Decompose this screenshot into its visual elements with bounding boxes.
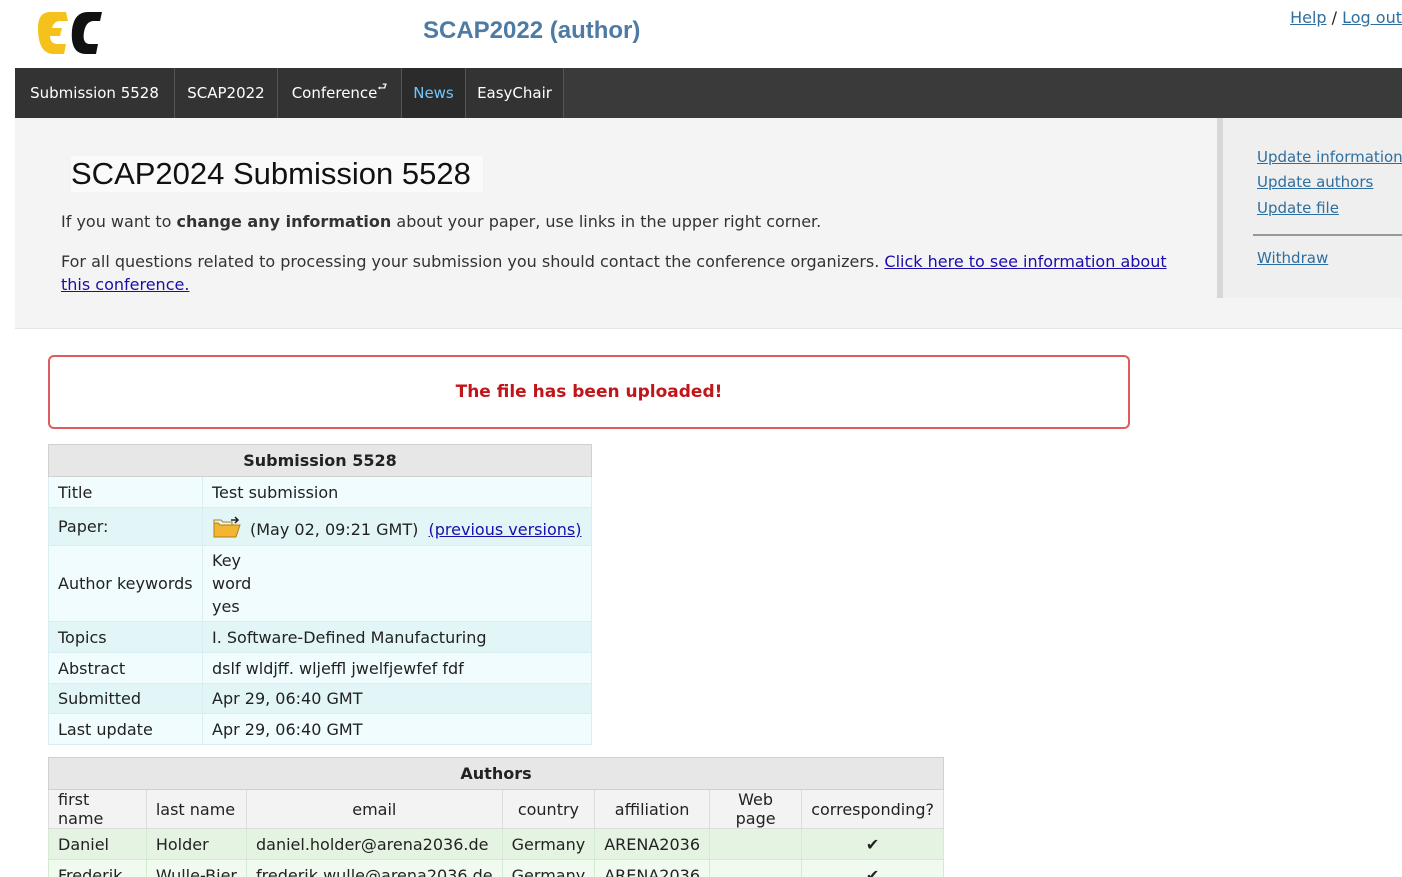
author-affiliation: ARENA2036 bbox=[594, 828, 711, 860]
corresponding-check-icon: ✔ bbox=[801, 828, 944, 860]
info-band: SCAP2024 Submission 5528 If you want to … bbox=[15, 118, 1402, 329]
info-line2-pre: For all questions related to processing … bbox=[61, 252, 885, 271]
corresponding-check-icon: ✔ bbox=[801, 859, 944, 877]
keyword-item: yes bbox=[212, 597, 240, 616]
main-menu: Submission 5528 SCAP2022 Conference⮐ New… bbox=[15, 68, 1402, 118]
keywords-label: Author keywords bbox=[48, 545, 203, 622]
table-row: Last update Apr 29, 06:40 GMT bbox=[48, 713, 592, 745]
withdraw-link[interactable]: Withdraw bbox=[1257, 249, 1328, 267]
author-affiliation: ARENA2036 bbox=[594, 859, 711, 877]
last-update-label: Last update bbox=[48, 713, 203, 745]
help-link[interactable]: Help bbox=[1290, 8, 1326, 27]
topics-value: I. Software-Defined Manufacturing bbox=[202, 621, 592, 653]
menu-submission[interactable]: Submission 5528 bbox=[15, 68, 175, 118]
update-authors-link[interactable]: Update authors bbox=[1257, 173, 1373, 191]
info-line1-pre: If you want to bbox=[61, 212, 177, 231]
author-first-name: Frederik bbox=[48, 859, 147, 877]
return-arrow-icon: ⮐ bbox=[377, 80, 388, 93]
author-last-name: Holder bbox=[145, 828, 247, 860]
menu-scap2022-label: SCAP2022 bbox=[187, 84, 265, 102]
menu-submission-label: Submission 5528 bbox=[30, 84, 159, 102]
last-update-value: Apr 29, 06:40 GMT bbox=[202, 713, 592, 745]
authors-table: Authors first name last name email count… bbox=[48, 757, 944, 877]
col-web-page: Web page bbox=[709, 789, 803, 829]
top-header: SCAP2022 (author) Help / Log out bbox=[0, 0, 1402, 68]
info-line1-bold: change any information bbox=[176, 212, 392, 231]
col-affiliation: affiliation bbox=[594, 789, 711, 829]
upload-success-alert: The file has been uploaded! bbox=[48, 355, 1130, 429]
actions-panel: Update information Update authors Update… bbox=[1217, 118, 1402, 298]
col-last-name: last name bbox=[145, 789, 247, 829]
author-web-page bbox=[709, 828, 803, 860]
menu-scap2022[interactable]: SCAP2022 bbox=[175, 68, 278, 118]
easychair-logo[interactable] bbox=[36, 8, 106, 58]
app-title: SCAP2022 (author) bbox=[423, 17, 641, 44]
submitted-value: Apr 29, 06:40 GMT bbox=[202, 683, 592, 714]
menu-news[interactable]: News bbox=[402, 68, 466, 118]
table-row: Submitted Apr 29, 06:40 GMT bbox=[48, 683, 592, 714]
info-line1-post: about your paper, use links in the upper… bbox=[391, 212, 822, 231]
logout-link[interactable]: Log out bbox=[1342, 8, 1402, 27]
title-value: Test submission bbox=[202, 476, 592, 508]
author-email: frederik.wulle@arena2036.de bbox=[245, 859, 503, 877]
paper-date: (May 02, 09:21 GMT) bbox=[250, 519, 419, 539]
keyword-item: Key bbox=[212, 551, 242, 570]
title-label: Title bbox=[48, 476, 203, 508]
update-information-link[interactable]: Update information bbox=[1257, 148, 1402, 166]
previous-versions-link[interactable]: (previous versions) bbox=[429, 520, 582, 539]
table-row: Frederik Wulle-Bier frederik.wulle@arena… bbox=[48, 859, 944, 877]
authors-header-row: first name last name email country affil… bbox=[48, 789, 944, 829]
info-contact-text: For all questions related to processing … bbox=[61, 250, 1181, 296]
topics-label: Topics bbox=[48, 621, 203, 653]
table-row: Title Test submission bbox=[48, 476, 592, 508]
menu-easychair-label: EasyChair bbox=[477, 84, 552, 102]
authors-table-caption: Authors bbox=[48, 757, 944, 790]
folder-download-icon[interactable] bbox=[212, 515, 242, 539]
author-first-name: Daniel bbox=[48, 828, 147, 860]
author-last-name: Wulle-Bier bbox=[145, 859, 247, 877]
menu-conference[interactable]: Conference⮐ bbox=[278, 68, 402, 118]
table-row: Paper: (May 02, 09:21 GMT) (previous ver… bbox=[48, 507, 592, 546]
col-country: country bbox=[501, 789, 596, 829]
submission-table-caption: Submission 5528 bbox=[48, 444, 592, 477]
abstract-value: dslf wldjff. wljeffl jwelfjewfef fdf bbox=[202, 652, 592, 684]
table-row: Topics I. Software-Defined Manufacturing bbox=[48, 621, 592, 653]
menu-easychair[interactable]: EasyChair bbox=[466, 68, 564, 118]
author-country: Germany bbox=[501, 859, 596, 877]
col-first-name: first name bbox=[48, 789, 147, 829]
top-links: Help / Log out bbox=[1290, 8, 1402, 27]
update-file-link[interactable]: Update file bbox=[1257, 199, 1339, 217]
keyword-item: word bbox=[212, 574, 252, 593]
link-separator: / bbox=[1331, 8, 1338, 27]
menu-news-label: News bbox=[413, 84, 454, 102]
table-row: Daniel Holder daniel.holder@arena2036.de… bbox=[48, 828, 944, 860]
page-title: SCAP2024 Submission 5528 bbox=[71, 156, 483, 192]
info-change-text: If you want to change any information ab… bbox=[61, 212, 821, 231]
actions-divider bbox=[1253, 234, 1402, 236]
table-row: Author keywords Key word yes bbox=[48, 545, 592, 622]
author-country: Germany bbox=[501, 828, 596, 860]
author-web-page bbox=[709, 859, 803, 877]
author-email: daniel.holder@arena2036.de bbox=[245, 828, 503, 860]
submission-table: Submission 5528 Title Test submission Pa… bbox=[48, 444, 592, 745]
submitted-label: Submitted bbox=[48, 683, 203, 714]
paper-label: Paper: bbox=[48, 507, 203, 546]
paper-value: (May 02, 09:21 GMT) (previous versions) bbox=[202, 507, 592, 546]
col-email: email bbox=[245, 789, 503, 829]
abstract-label: Abstract bbox=[48, 652, 203, 684]
table-row: Abstract dslf wldjff. wljeffl jwelfjewfe… bbox=[48, 652, 592, 684]
keywords-value: Key word yes bbox=[202, 545, 592, 622]
menu-conference-label: Conference bbox=[291, 84, 378, 102]
col-corresponding: corresponding? bbox=[801, 789, 944, 829]
